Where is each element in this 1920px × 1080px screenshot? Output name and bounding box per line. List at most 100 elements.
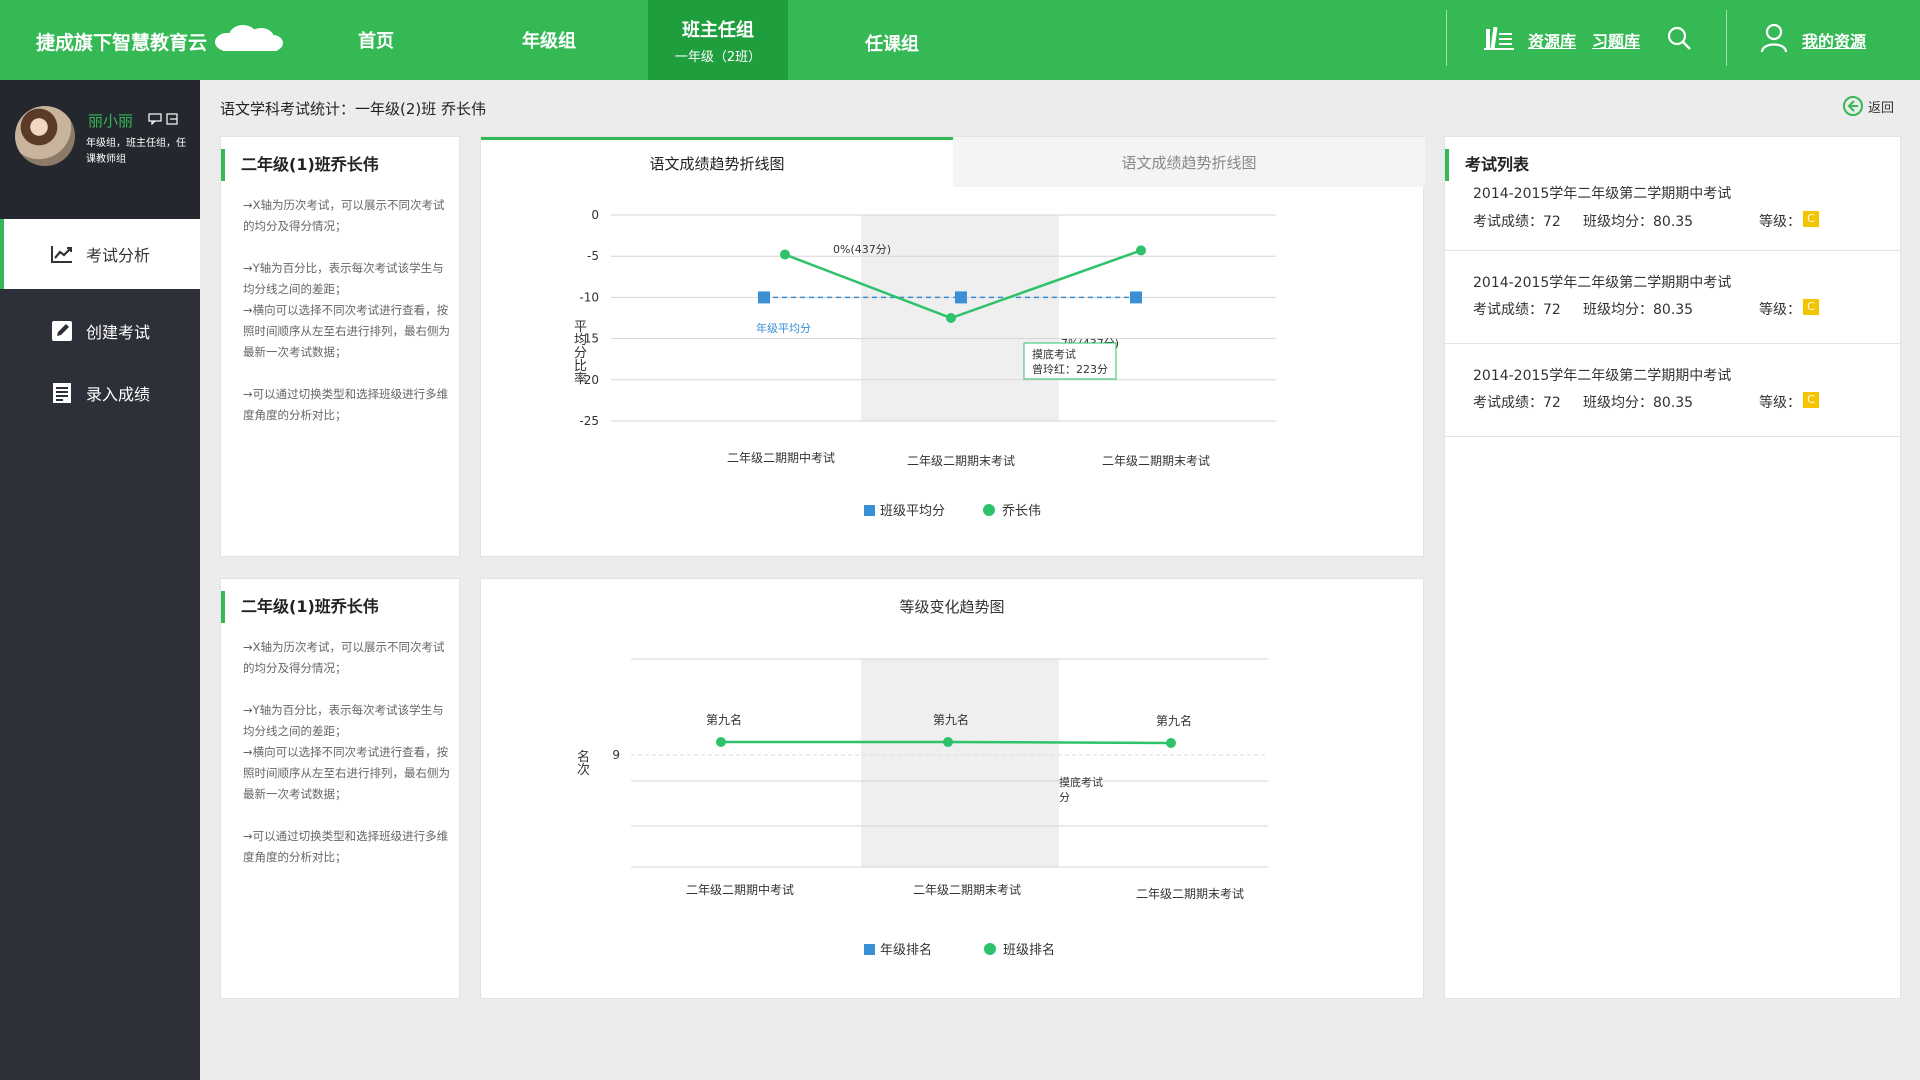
x-tick-label: 二年级二期期末考试 [907, 453, 1015, 468]
back-icon [1843, 96, 1863, 116]
profile-roles: 年级组，班主任组，任课教师组 [86, 138, 186, 165]
info-card-title: 二年级(1)班乔长伟 [221, 591, 379, 623]
tooltip-line-1: 摸底考试 [1059, 775, 1103, 789]
legend-swatch-grade-rank [864, 944, 875, 955]
y-tick-labels: 0-5-10-15-20-25 [579, 208, 599, 428]
score-trend-chart: 0-5-10-15-20-25 平均分比率 二年级二期期中考试 二年级二期期末考试… [574, 208, 1276, 519]
y-axis-label: 名次 [577, 749, 590, 778]
nav-grade-group[interactable]: 年级组 [503, 0, 595, 80]
info-card: 二年级(1)班乔长伟 →X轴为历次考试，可以展示不同次考试的均分及得分情况； →… [220, 578, 460, 999]
y-tick-label: -25 [579, 414, 599, 428]
info-card-description: →X轴为历次考试，可以展示不同次考试的均分及得分情况； →Y轴为百分比，表示每次… [243, 198, 450, 422]
list-icon [50, 381, 74, 405]
tab-score-trend[interactable]: 语文成绩趋势折线图 [481, 137, 953, 187]
tab-score-trend-alt[interactable]: 语文成绩趋势折线图 [953, 137, 1425, 187]
my-resources-link[interactable]: 我的资源 [1802, 28, 1866, 52]
nav-divider [1446, 10, 1447, 66]
legend-swatch-class-rank [984, 943, 996, 955]
legend-swatch-class-avg [864, 505, 875, 516]
chart-title: 等级变化趋势图 [899, 598, 1004, 616]
cloud-logo-icon [213, 24, 285, 59]
exam-list-card: 考试列表 2014-2015学年二年级第二学期期中考试 考试成绩：72 班级均分… [1444, 136, 1901, 999]
y-axis-label: 平均分比率 [574, 320, 587, 387]
data-point-student[interactable] [780, 249, 790, 260]
grade-badge: C [1803, 299, 1819, 315]
resource-lib-link[interactable]: 资源库 [1528, 28, 1576, 52]
grade-badge: C [1803, 211, 1819, 227]
data-point-class-rank[interactable] [716, 737, 726, 747]
data-point-class-rank[interactable] [1166, 738, 1176, 748]
chart-legend: 年级排名 班级排名 [864, 942, 1055, 958]
legend-label[interactable]: 班级平均分 [880, 504, 945, 519]
highlight-band [861, 659, 1059, 867]
x-tick-label: 二年级二期期末考试 [1136, 886, 1244, 901]
brand[interactable]: 捷成旗下智慧教育云 [36, 24, 285, 59]
info-card: 二年级(1)班乔长伟 →X轴为历次考试，可以展示不同次考试的均分及得分情况； →… [220, 136, 460, 557]
x-tick-label: 二年级二期期中考试 [686, 882, 794, 897]
my-resources[interactable]: 我的资源 [1760, 0, 1866, 80]
nav-subject-group[interactable]: 任课组 [846, 0, 938, 80]
legend-label[interactable]: 乔长伟 [1002, 504, 1041, 519]
chart-legend: 班级平均分 乔长伟 [864, 504, 1041, 519]
x-tick-labels: 二年级二期期中考试 二年级二期期末考试 二年级二期期末考试 [686, 882, 1244, 901]
search-icon[interactable] [1666, 25, 1692, 55]
x-tick-label: 二年级二期期中考试 [727, 450, 835, 465]
nav-class-teacher[interactable]: 班主任组 一年级（2班） [648, 0, 788, 80]
sidebar: 丽小丽 年级组，班主任组，任课教师组 考试分析 创建考试 录入成绩 [0, 80, 200, 1080]
top-navbar: 捷成旗下智慧教育云 首页 年级组 班主任组 一年级（2班） 任课组 资源库 习题… [0, 0, 1920, 80]
annotation-avg-label: 年级平均分 [756, 321, 811, 335]
data-point-class-average[interactable] [1130, 291, 1142, 304]
nav-divider [1726, 10, 1727, 66]
nav-home[interactable]: 首页 [330, 0, 422, 80]
exam-list-item[interactable]: 2014-2015学年二年级第二学期期中考试 考试成绩：72 班级均分：80.3… [1445, 344, 1901, 437]
annotation-top-label: 0%(437分) [833, 243, 891, 256]
data-point-class-rank[interactable] [943, 737, 953, 747]
data-point-student[interactable] [946, 313, 956, 323]
x-tick-label: 二年级二期期末考试 [913, 882, 1021, 897]
user-icon [1760, 23, 1788, 57]
score-trend-card: 语文成绩趋势折线图 语文成绩趋势折线图 0 -5 -10 -15 -20 -25 平均分比… [480, 136, 1425, 557]
books-icon [1484, 25, 1514, 55]
data-label: 第九名 [706, 712, 742, 727]
sidebar-item-enter-scores[interactable]: 录入成绩 [0, 358, 200, 428]
app-title: 捷成旗下智慧教育云 [36, 32, 208, 54]
grade-trend-chart: 等级变化趋势图 9 名次 二年级二期期中考试 二年级二期期末考试 二年级二期期末考试… [577, 598, 1268, 958]
message-icon[interactable] [148, 113, 162, 125]
breadcrumb: 语文学科考试统计：一年级(2)班 乔长伟 [220, 100, 487, 118]
y-tick-label: 0 [591, 208, 599, 222]
data-point-class-average[interactable] [955, 291, 967, 304]
tooltip-line-1: 摸底考试 [1032, 347, 1076, 361]
data-label: 第九名 [933, 712, 969, 727]
sidebar-item-create-exam[interactable]: 创建考试 [0, 296, 200, 366]
edit-icon [50, 319, 74, 343]
avatar[interactable] [15, 106, 75, 166]
legend-label[interactable]: 年级排名 [880, 942, 932, 958]
data-label: 第九名 [1156, 713, 1192, 728]
profile-name: 丽小丽 [88, 112, 134, 130]
exam-list-item[interactable]: 2014-2015学年二年级第二学期期中考试 考试成绩：72 班级均分：80.3… [1445, 251, 1901, 344]
data-point-student[interactable] [1136, 245, 1146, 256]
chart-tabs: 语文成绩趋势折线图 语文成绩趋势折线图 [481, 137, 1425, 187]
back-button[interactable]: 返回 [1842, 95, 1894, 117]
data-point-class-average[interactable] [758, 291, 770, 304]
x-tick-label: 二年级二期期末考试 [1102, 453, 1210, 468]
profile-panel: 丽小丽 年级组，班主任组，任课教师组 [0, 80, 200, 219]
y-tick-labels: 9 [612, 748, 620, 762]
exam-list-item[interactable]: 2014-2015学年二年级第二学期期中考试 考试成绩：72 班级均分：80.3… [1445, 177, 1901, 251]
tooltip-line-2: 分 [1059, 791, 1070, 804]
y-tick-label: -10 [579, 290, 599, 304]
x-tick-labels: 二年级二期期中考试 二年级二期期末考试 二年级二期期末考试 [727, 450, 1210, 468]
profile-actions [148, 113, 178, 125]
tooltip-line-2: 曾玲红：223分 [1032, 362, 1108, 376]
grade-trend-card: 等级变化趋势图 9 名次 二年级二期期中考试 二年级二期期末考试 二年级二期期末考试… [480, 578, 1424, 999]
info-card-title: 二年级(1)班乔长伟 [221, 149, 379, 181]
legend-label[interactable]: 班级排名 [1003, 942, 1055, 958]
sidebar-item-exam-analysis[interactable]: 考试分析 [0, 219, 200, 289]
exercise-lib-link[interactable]: 习题库 [1592, 28, 1640, 52]
info-card-description: →X轴为历次考试，可以展示不同次考试的均分及得分情况； →Y轴为百分比，表示每次… [243, 640, 450, 864]
logout-icon[interactable] [166, 113, 178, 125]
grade-badge: C [1803, 392, 1819, 408]
legend-swatch-student [983, 504, 995, 516]
chart-line-icon [50, 242, 74, 266]
chart-tooltip: 摸底考试 曾玲红：223分 [1023, 342, 1117, 380]
